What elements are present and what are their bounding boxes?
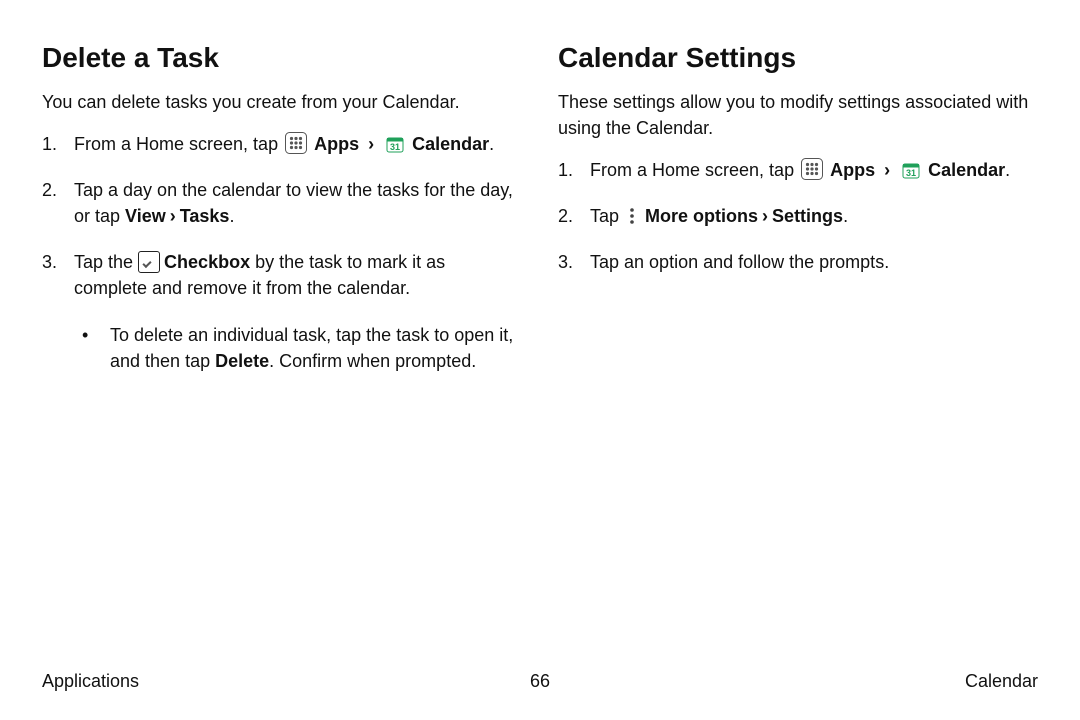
apps-icon: [285, 132, 307, 154]
two-column-layout: Delete a Task You can delete tasks you c…: [42, 40, 1038, 394]
step-text: Tap the: [74, 252, 138, 272]
svg-text:31: 31: [906, 168, 916, 178]
step-text: From a Home screen, tap: [590, 160, 799, 180]
step-3: 3. Tap the Checkbox by the task to mark …: [42, 249, 522, 373]
sub-item: To delete an individual task, tap the ta…: [74, 322, 522, 374]
apps-label: Apps: [314, 134, 359, 154]
footer-right: Calendar: [965, 671, 1038, 692]
chevron-right-icon: ›: [166, 206, 180, 226]
footer-left: Applications: [42, 671, 139, 692]
view-label: View: [125, 206, 166, 226]
step-1: 1. From a Home screen, tap Apps › 31 Cal…: [558, 157, 1038, 183]
left-column: Delete a Task You can delete tasks you c…: [42, 40, 522, 394]
delete-task-steps: 1. From a Home screen, tap Apps › 31 Cal…: [42, 131, 522, 374]
delete-task-intro: You can delete tasks you create from you…: [42, 89, 522, 115]
apps-icon: [801, 158, 823, 180]
right-column: Calendar Settings These settings allow y…: [558, 40, 1038, 394]
checkbox-icon: [138, 251, 160, 273]
step-3: 3. Tap an option and follow the prompts.: [558, 249, 1038, 275]
step-text: Tap: [590, 206, 624, 226]
delete-label: Delete: [215, 351, 269, 371]
step-2: 2. Tap a day on the calendar to view the…: [42, 177, 522, 229]
period: .: [489, 134, 494, 154]
more-options-icon: [626, 206, 638, 226]
calendar-settings-heading: Calendar Settings: [558, 40, 1038, 75]
step-number: 2.: [42, 177, 74, 229]
calendar-icon: 31: [385, 134, 405, 154]
more-options-label: More options: [645, 206, 758, 226]
step-text: From a Home screen, tap: [74, 134, 283, 154]
sub-text: . Confirm when prompted.: [269, 351, 476, 371]
step-text: Tap an option and follow the prompts.: [590, 249, 1038, 275]
period: .: [229, 206, 234, 226]
apps-label: Apps: [830, 160, 875, 180]
chevron-right-icon: ›: [758, 206, 772, 226]
delete-task-heading: Delete a Task: [42, 40, 522, 75]
calendar-label: Calendar: [412, 134, 489, 154]
step-1: 1. From a Home screen, tap Apps › 31 Cal…: [42, 131, 522, 157]
step-number: 1.: [42, 131, 74, 157]
step-2: 2. Tap More options›Settings.: [558, 203, 1038, 229]
checkbox-label: Checkbox: [164, 252, 250, 272]
chevron-right-icon: ›: [880, 160, 894, 180]
step-number: 1.: [558, 157, 590, 183]
calendar-settings-steps: 1. From a Home screen, tap Apps › 31 Cal…: [558, 157, 1038, 275]
svg-text:31: 31: [390, 142, 400, 152]
sub-bullets: To delete an individual task, tap the ta…: [74, 322, 522, 374]
page-footer: Applications 66 Calendar: [0, 671, 1080, 692]
tasks-label: Tasks: [180, 206, 230, 226]
chevron-right-icon: ›: [364, 134, 378, 154]
period: .: [843, 206, 848, 226]
period: .: [1005, 160, 1010, 180]
step-number: 3.: [42, 249, 74, 373]
step-number: 3.: [558, 249, 590, 275]
step-number: 2.: [558, 203, 590, 229]
calendar-label: Calendar: [928, 160, 1005, 180]
settings-label: Settings: [772, 206, 843, 226]
page-number: 66: [530, 671, 550, 692]
calendar-icon: 31: [901, 160, 921, 180]
calendar-settings-intro: These settings allow you to modify setti…: [558, 89, 1038, 141]
